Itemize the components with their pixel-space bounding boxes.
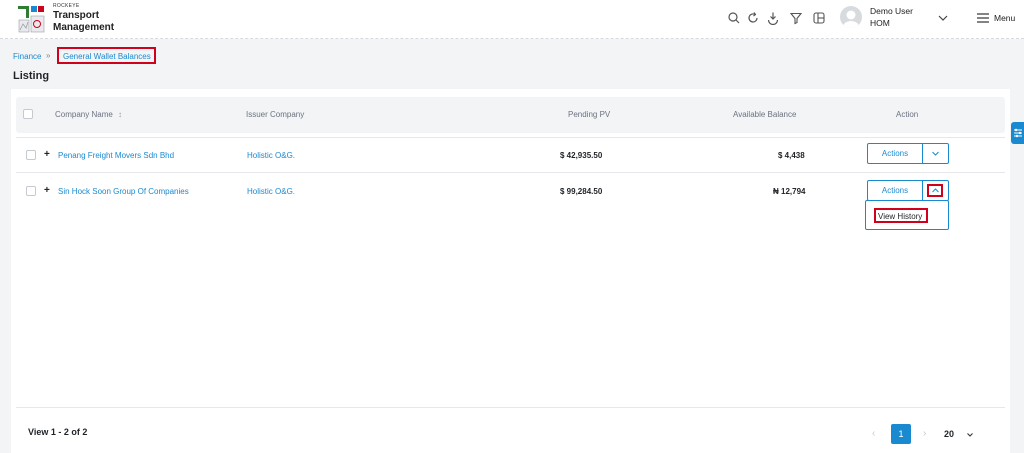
breadcrumb-current[interactable]: General Wallet Balances <box>57 47 156 64</box>
listing-panel: Company Name ↕ Issuer Company Pending PV… <box>11 89 1010 453</box>
expand-row-button[interactable]: + <box>44 185 50 196</box>
chevron-up-icon <box>932 188 939 193</box>
brand-name-line2: Management <box>53 22 115 33</box>
layout-icon[interactable] <box>812 11 826 25</box>
chevron-down-icon[interactable] <box>936 11 950 25</box>
company-name-link[interactable]: Sin Hock Soon Group Of Companies <box>58 187 189 196</box>
actions-button[interactable]: Actions <box>868 144 923 163</box>
actions-button-group: Actions <box>867 143 949 164</box>
sliders-icon <box>1014 128 1022 138</box>
actions-button-group: Actions <box>867 180 949 201</box>
menu-label[interactable]: Menu <box>994 13 1015 23</box>
brand-name-line1: Transport <box>53 10 100 21</box>
row-checkbox[interactable] <box>26 150 36 160</box>
row-divider <box>16 172 1005 173</box>
sort-icon[interactable]: ↕ <box>118 110 122 119</box>
search-icon[interactable] <box>727 11 741 25</box>
table-header <box>16 97 1005 133</box>
column-company-name[interactable]: Company Name ↕ <box>55 110 122 119</box>
row-divider <box>16 137 1005 138</box>
actions-button[interactable]: Actions <box>868 181 923 200</box>
user-role: HOM <box>870 18 890 28</box>
company-name-link[interactable]: Penang Freight Movers Sdn Bhd <box>58 151 174 160</box>
issuer-company-link[interactable]: Holistic O&G. <box>247 187 295 196</box>
row-checkbox[interactable] <box>26 186 36 196</box>
pagination-prev-button[interactable]: ‹ <box>872 428 875 439</box>
view-history-menu-item[interactable]: View History <box>874 208 928 223</box>
column-action: Action <box>896 110 919 119</box>
pending-pv-value: $ 42,935.50 <box>560 151 603 160</box>
actions-dropdown-menu: View History <box>865 200 949 230</box>
brand-tagline: ROCKEYE <box>53 3 80 9</box>
expand-row-button[interactable]: + <box>44 149 50 160</box>
column-available-balance: Available Balance <box>733 110 797 119</box>
download-icon[interactable] <box>766 11 780 26</box>
select-all-checkbox[interactable] <box>23 109 33 119</box>
pagination-page-1[interactable]: 1 <box>891 424 911 444</box>
refresh-icon[interactable] <box>746 11 760 25</box>
settings-side-tab[interactable] <box>1011 122 1024 144</box>
hamburger-menu-icon[interactable] <box>976 12 990 24</box>
page-title: Listing <box>13 70 50 82</box>
filter-icon[interactable] <box>789 11 803 25</box>
chevron-down-icon <box>932 151 939 156</box>
column-company-name-label: Company Name <box>55 110 113 119</box>
brand-logo[interactable] <box>17 4 47 34</box>
pagination-next-button[interactable]: › <box>923 428 926 439</box>
record-count: View 1 - 2 of 2 <box>28 427 88 437</box>
pending-pv-value: $ 99,284.50 <box>560 187 603 196</box>
actions-dropdown-toggle[interactable] <box>923 181 948 200</box>
issuer-company-link[interactable]: Holistic O&G. <box>247 151 295 160</box>
user-avatar[interactable] <box>840 6 862 28</box>
chevron-down-icon <box>967 433 973 437</box>
available-balance-value: ₦ 12,794 <box>773 187 806 196</box>
breadcrumb-separator: » <box>46 51 51 60</box>
available-balance-value: $ 4,438 <box>778 151 805 160</box>
footer-divider <box>16 407 1005 408</box>
top-header: ROCKEYE Transport Management Demo User H… <box>0 0 1024 39</box>
page-size-value: 20 <box>944 429 955 439</box>
user-name: Demo User <box>870 6 913 16</box>
column-issuer-company: Issuer Company <box>246 110 305 119</box>
breadcrumb-finance[interactable]: Finance <box>13 52 41 61</box>
actions-dropdown-toggle[interactable] <box>923 144 948 163</box>
column-pending-pv: Pending PV <box>568 110 611 119</box>
page-size-select[interactable]: 20 <box>939 424 979 444</box>
